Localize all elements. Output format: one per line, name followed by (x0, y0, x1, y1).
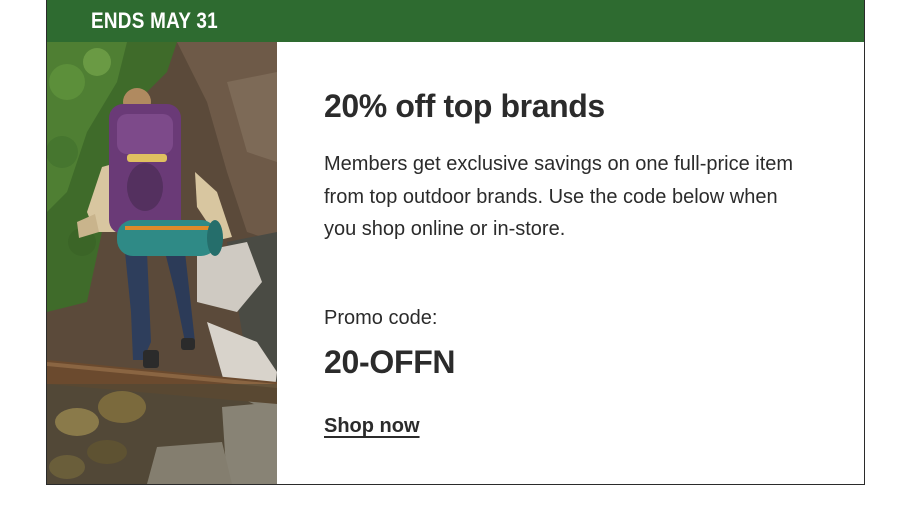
hiker-photo (47, 42, 277, 484)
banner-label: ENDS MAY 31 (91, 8, 218, 33)
promo-description: Members get exclusive savings on one ful… (324, 153, 794, 240)
promo-headline: 20% off top brands (324, 88, 605, 124)
promo-content: 20% off top brands Members get exclusive… (324, 42, 864, 484)
promo-code-label: Promo code: (324, 307, 438, 329)
promo-banner: ENDS MAY 31 (47, 0, 864, 42)
promo-code-value[interactable]: 20-OFFN (324, 342, 456, 382)
shop-now-link[interactable]: Shop now (324, 412, 420, 440)
promo-card: ENDS MAY 31 20% off top brands Members g… (46, 0, 865, 485)
